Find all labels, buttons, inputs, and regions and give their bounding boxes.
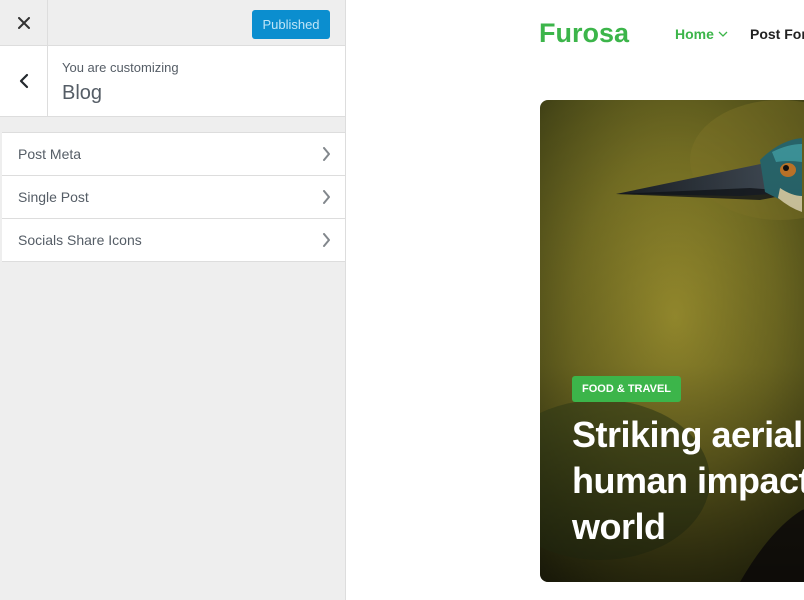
section-item-label: Socials Share Icons <box>18 232 142 248</box>
customizer-sidebar: Published You are customizing Blog Post … <box>0 0 346 600</box>
close-customizer-button[interactable] <box>0 0 48 45</box>
section-item-label: Post Meta <box>18 146 82 162</box>
customizer-topbar: Published <box>0 0 345 46</box>
section-item-socials-share-icons[interactable]: Socials Share Icons <box>2 219 345 262</box>
section-item-single-post[interactable]: Single Post <box>2 176 345 219</box>
nav-item-post-formats[interactable]: Post Form <box>750 26 804 42</box>
back-button[interactable] <box>0 46 48 116</box>
chevron-down-icon <box>718 31 728 37</box>
post-title[interactable]: Striking aerial p human impact o world <box>572 412 804 550</box>
section-title: Blog <box>62 82 103 104</box>
chevron-left-icon <box>19 73 28 89</box>
publish-button[interactable]: Published <box>252 10 330 39</box>
post-title-line: Striking aerial p <box>572 414 804 455</box>
customizing-label: You are customizing <box>62 60 179 75</box>
section-item-label: Single Post <box>18 189 89 205</box>
chevron-right-icon <box>323 190 330 204</box>
post-category-badge[interactable]: FOOD & TRAVEL <box>572 376 682 402</box>
site-preview: Furosa Home Post Form <box>346 0 804 600</box>
chevron-right-icon <box>323 233 330 247</box>
post-title-line: world <box>572 506 666 547</box>
section-header: You are customizing Blog <box>0 46 345 117</box>
post-title-line: human impact o <box>572 460 804 501</box>
nav-item-label: Home <box>675 26 714 42</box>
panel-sections-list: Post Meta Single Post Socials Share Icon… <box>2 132 345 262</box>
site-logo[interactable]: Furosa <box>539 18 629 49</box>
featured-post-card[interactable]: FOOD & TRAVEL Striking aerial p human im… <box>540 100 804 582</box>
chevron-right-icon <box>323 147 330 161</box>
close-icon <box>17 16 30 29</box>
nav-item-home[interactable]: Home <box>675 26 728 42</box>
section-item-post-meta[interactable]: Post Meta <box>2 133 345 176</box>
